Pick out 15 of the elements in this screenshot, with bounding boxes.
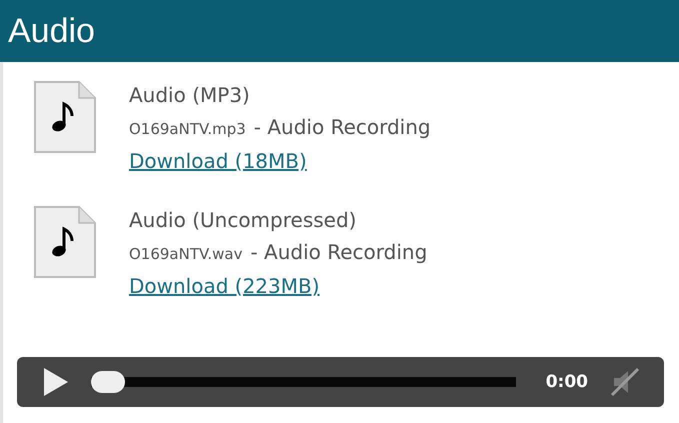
section-title: Audio [8,12,95,50]
music-file-icon [33,205,97,279]
muted-speaker-icon[interactable] [610,367,640,397]
download-link[interactable]: Download (18MB) [129,146,307,176]
file-title: Audio (MP3) [129,82,251,109]
file-description: - Audio Recording [254,114,431,141]
file-name: O169aNTV.mp3 [129,119,246,140]
time-readout: 0:00 [546,372,588,392]
file-title: Audio (Uncompressed) [129,207,358,234]
play-icon[interactable] [43,367,69,397]
seek-thumb[interactable] [91,371,125,393]
file-description: - Audio Recording [250,239,428,266]
download-link[interactable]: Download (223MB) [129,271,320,301]
file-name: O169aNTV.wav [129,244,242,265]
music-file-icon [33,80,97,154]
